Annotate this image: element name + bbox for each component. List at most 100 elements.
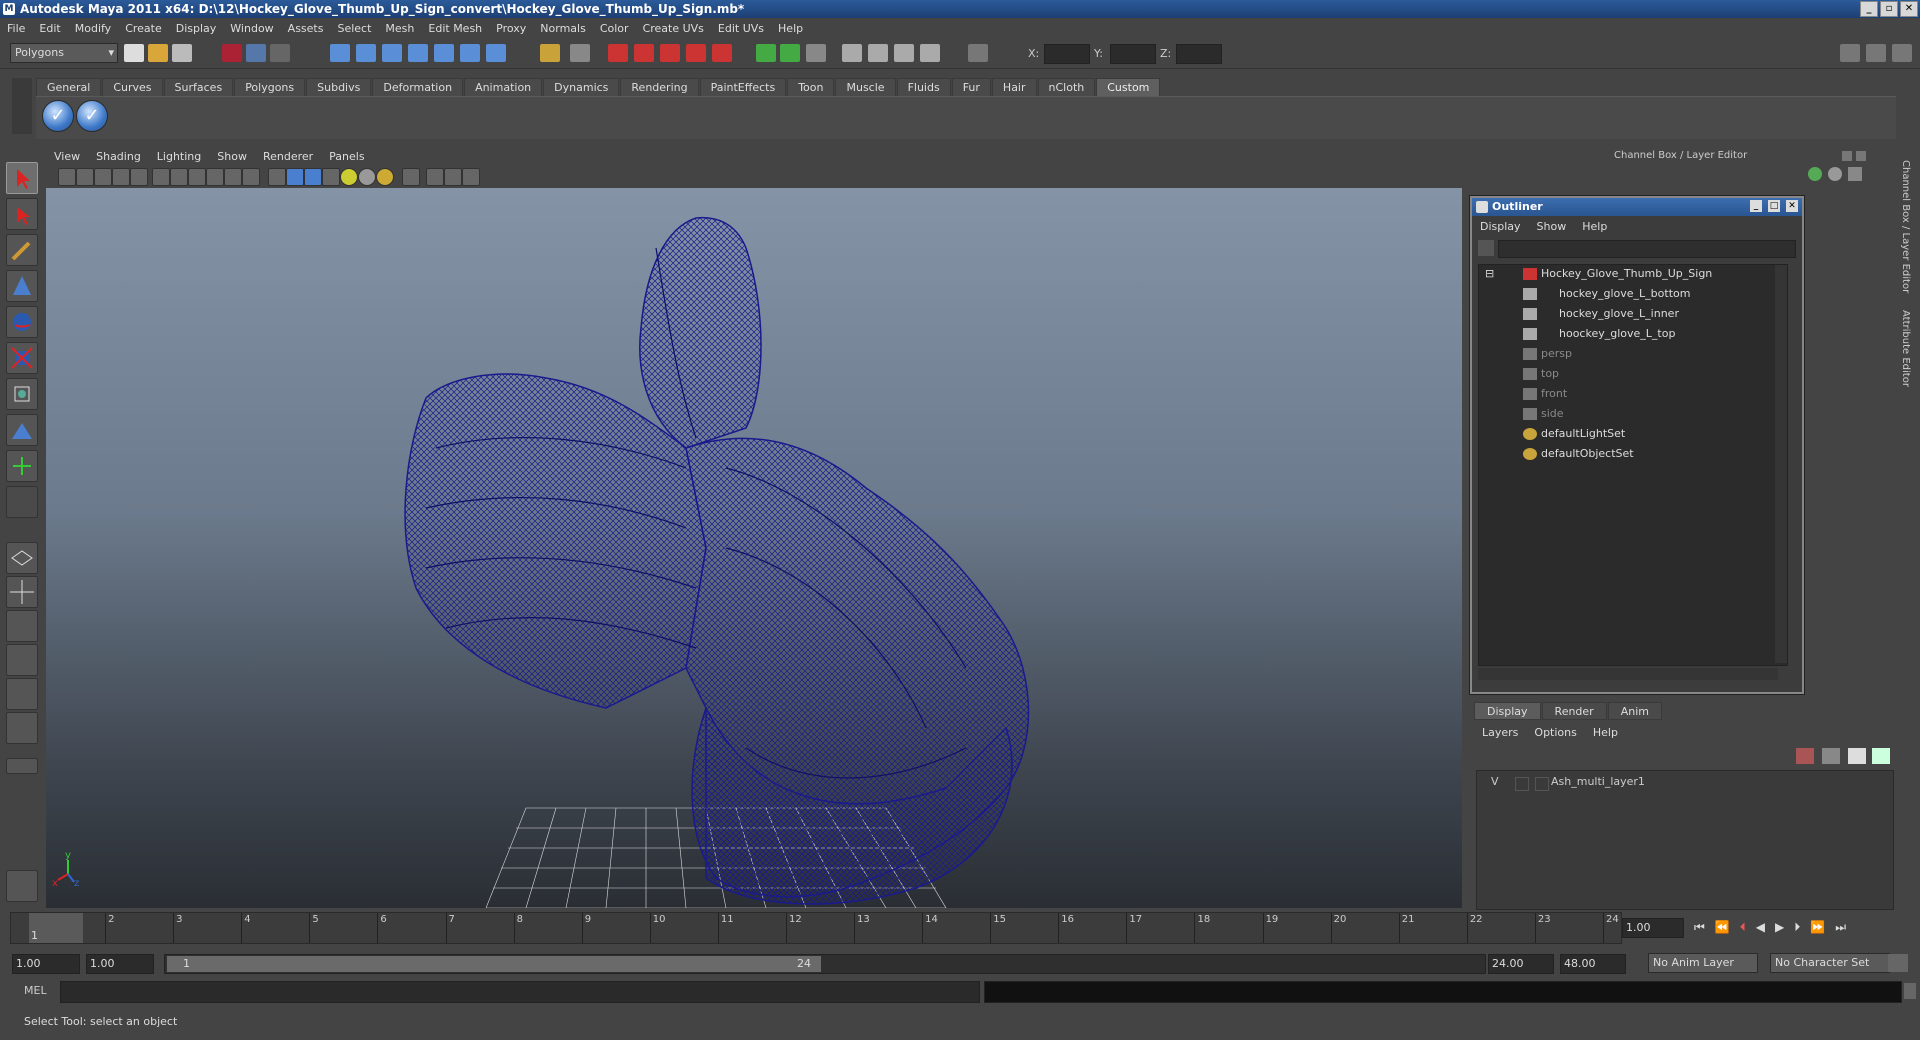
construction-history-icon[interactable]	[570, 44, 590, 62]
checkmark-shelf-icon[interactable]: ✓	[42, 100, 74, 132]
attribute-editor-icon[interactable]	[842, 44, 862, 62]
menuset-dropdown[interactable]: Polygons ▾	[10, 43, 118, 63]
last-tool-icon[interactable]	[6, 486, 38, 518]
menu-window[interactable]: Window	[223, 22, 280, 35]
absolute-transform-icon[interactable]	[968, 44, 988, 62]
show-manipulator-icon[interactable]	[6, 450, 38, 482]
hypershade-icon[interactable]	[686, 44, 706, 62]
tab-anim[interactable]: Anim	[1607, 702, 1662, 720]
menu-edit-uvs[interactable]: Edit UVs	[711, 22, 771, 35]
high-quality-icon[interactable]	[376, 168, 394, 186]
layer-template-toggle[interactable]	[1515, 777, 1529, 791]
paint-select-tool-icon[interactable]	[6, 234, 38, 266]
snap-grid-icon[interactable]	[330, 44, 350, 62]
channel-box-icon[interactable]	[894, 44, 914, 62]
render-layout-icon[interactable]	[6, 712, 38, 744]
shelf-tab-muscle[interactable]: Muscle	[835, 78, 896, 97]
gate-mask-icon[interactable]	[206, 168, 224, 186]
anim-layer-dropdown[interactable]: No Anim Layer	[1648, 953, 1758, 973]
menu-create-uvs[interactable]: Create UVs	[636, 22, 711, 35]
render-settings-icon[interactable]	[660, 44, 680, 62]
step-forward-key-icon[interactable]: ⏩	[1810, 920, 1825, 935]
viewport-menu-view[interactable]: View	[46, 150, 88, 163]
open-scene-icon[interactable]	[148, 44, 168, 62]
layer-menu-layers[interactable]: Layers	[1474, 724, 1526, 742]
mel-label[interactable]: MEL	[24, 984, 47, 997]
snap-plane-icon[interactable]	[408, 44, 428, 62]
go-to-start-icon[interactable]: ⏮	[1694, 920, 1705, 935]
select-hierarchy-icon[interactable]	[222, 44, 242, 62]
shelf-tab-polygons[interactable]: Polygons	[234, 78, 306, 97]
menu-proxy[interactable]: Proxy	[489, 22, 533, 35]
outliner-horizontal-scrollbar[interactable]	[1478, 668, 1778, 680]
input-line-icon[interactable]	[756, 44, 776, 62]
layer-menu-help[interactable]: Help	[1585, 724, 1626, 742]
new-scene-icon[interactable]	[124, 44, 144, 62]
menu-color[interactable]: Color	[593, 22, 636, 35]
viewport-menu-panels[interactable]: Panels	[321, 150, 372, 163]
pin-icon[interactable]	[1848, 167, 1862, 181]
shelf-tab-subdivs[interactable]: Subdivs	[306, 78, 372, 97]
soft-mod-tool-icon[interactable]	[6, 414, 38, 446]
restore-button[interactable]: ▫	[1880, 1, 1898, 17]
hypershade-layout-icon[interactable]	[6, 678, 38, 710]
lasso-tool-icon[interactable]	[6, 198, 38, 230]
xray-joints-icon[interactable]	[444, 168, 462, 186]
outliner-minimize-button[interactable]: _	[1750, 200, 1762, 212]
outliner-menu-show[interactable]: Show	[1529, 218, 1575, 236]
checkmark-shelf-icon-2[interactable]: ✓	[76, 100, 108, 132]
tab-render[interactable]: Render	[1541, 702, 1607, 720]
menu-edit[interactable]: Edit	[32, 22, 67, 35]
time-slider[interactable]: 123456789101112131415161718192021222324 …	[10, 912, 1622, 944]
shelf-tab-dynamics[interactable]: Dynamics	[543, 78, 620, 97]
film-gate-icon[interactable]	[170, 168, 188, 186]
shelf-tab-toon[interactable]: Toon	[787, 78, 835, 97]
textured-icon[interactable]	[322, 168, 340, 186]
viewport-menu-lighting[interactable]: Lighting	[149, 150, 209, 163]
select-object-icon[interactable]	[246, 44, 266, 62]
camera-icon[interactable]	[58, 168, 76, 186]
shelf-tab-curves[interactable]: Curves	[102, 78, 163, 97]
side-tab-attribute-editor[interactable]: Attribute Editor	[1900, 310, 1911, 387]
bookmark-icon[interactable]	[94, 168, 112, 186]
image-plane-icon[interactable]	[112, 168, 130, 186]
outliner-vertical-scrollbar[interactable]	[1775, 265, 1787, 663]
menu-mesh[interactable]: Mesh	[378, 22, 421, 35]
layer-editor-icon[interactable]	[920, 44, 940, 62]
shelf-tab-ncloth[interactable]: nCloth	[1037, 78, 1096, 97]
smooth-shade-icon[interactable]	[286, 168, 304, 186]
layer-row[interactable]: V Ash_multi_layer1	[1481, 775, 1881, 791]
select-component-icon[interactable]	[270, 44, 290, 62]
menu-assets[interactable]: Assets	[281, 22, 331, 35]
menu-create[interactable]: Create	[118, 22, 169, 35]
range-slider-handle[interactable]: 1 24	[167, 956, 821, 972]
range-slider[interactable]: 1 24	[164, 954, 1486, 974]
viewport-menu-shading[interactable]: Shading	[88, 150, 149, 163]
output-line-icon[interactable]	[780, 44, 800, 62]
single-pane-layout-icon[interactable]	[6, 542, 38, 574]
key-icon[interactable]	[1888, 954, 1908, 972]
render-frame-icon[interactable]	[608, 44, 628, 62]
shelf-tab-hair[interactable]: Hair	[991, 78, 1037, 97]
command-input[interactable]	[60, 981, 980, 1003]
outliner-layout-icon[interactable]	[6, 610, 38, 642]
step-back-frame-icon[interactable]: ⏴	[1740, 920, 1746, 935]
graph-layout-icon[interactable]	[6, 644, 38, 676]
shelf-tab-rendering[interactable]: Rendering	[620, 78, 699, 97]
tab-display[interactable]: Display	[1474, 702, 1541, 720]
snap-point-icon[interactable]	[382, 44, 402, 62]
channel-icon[interactable]	[1808, 167, 1822, 181]
script-editor-icon[interactable]	[1904, 983, 1916, 999]
new-layer-selected-icon[interactable]	[1796, 748, 1814, 764]
two-d-pan-icon[interactable]	[130, 168, 148, 186]
paint-brush-icon[interactable]	[6, 870, 38, 902]
layer-color-swatch[interactable]	[1535, 777, 1549, 791]
rotate-tool-icon[interactable]	[6, 306, 38, 338]
z-field[interactable]	[1176, 44, 1222, 64]
x-field[interactable]	[1044, 44, 1090, 64]
channel-toggle-icon[interactable]	[1892, 44, 1912, 62]
anim-end-field[interactable]: 48.00	[1560, 954, 1626, 974]
help-icon[interactable]	[486, 44, 506, 62]
isolate-select-icon[interactable]	[402, 168, 420, 186]
anim-start-field[interactable]: 1.00	[12, 954, 80, 974]
